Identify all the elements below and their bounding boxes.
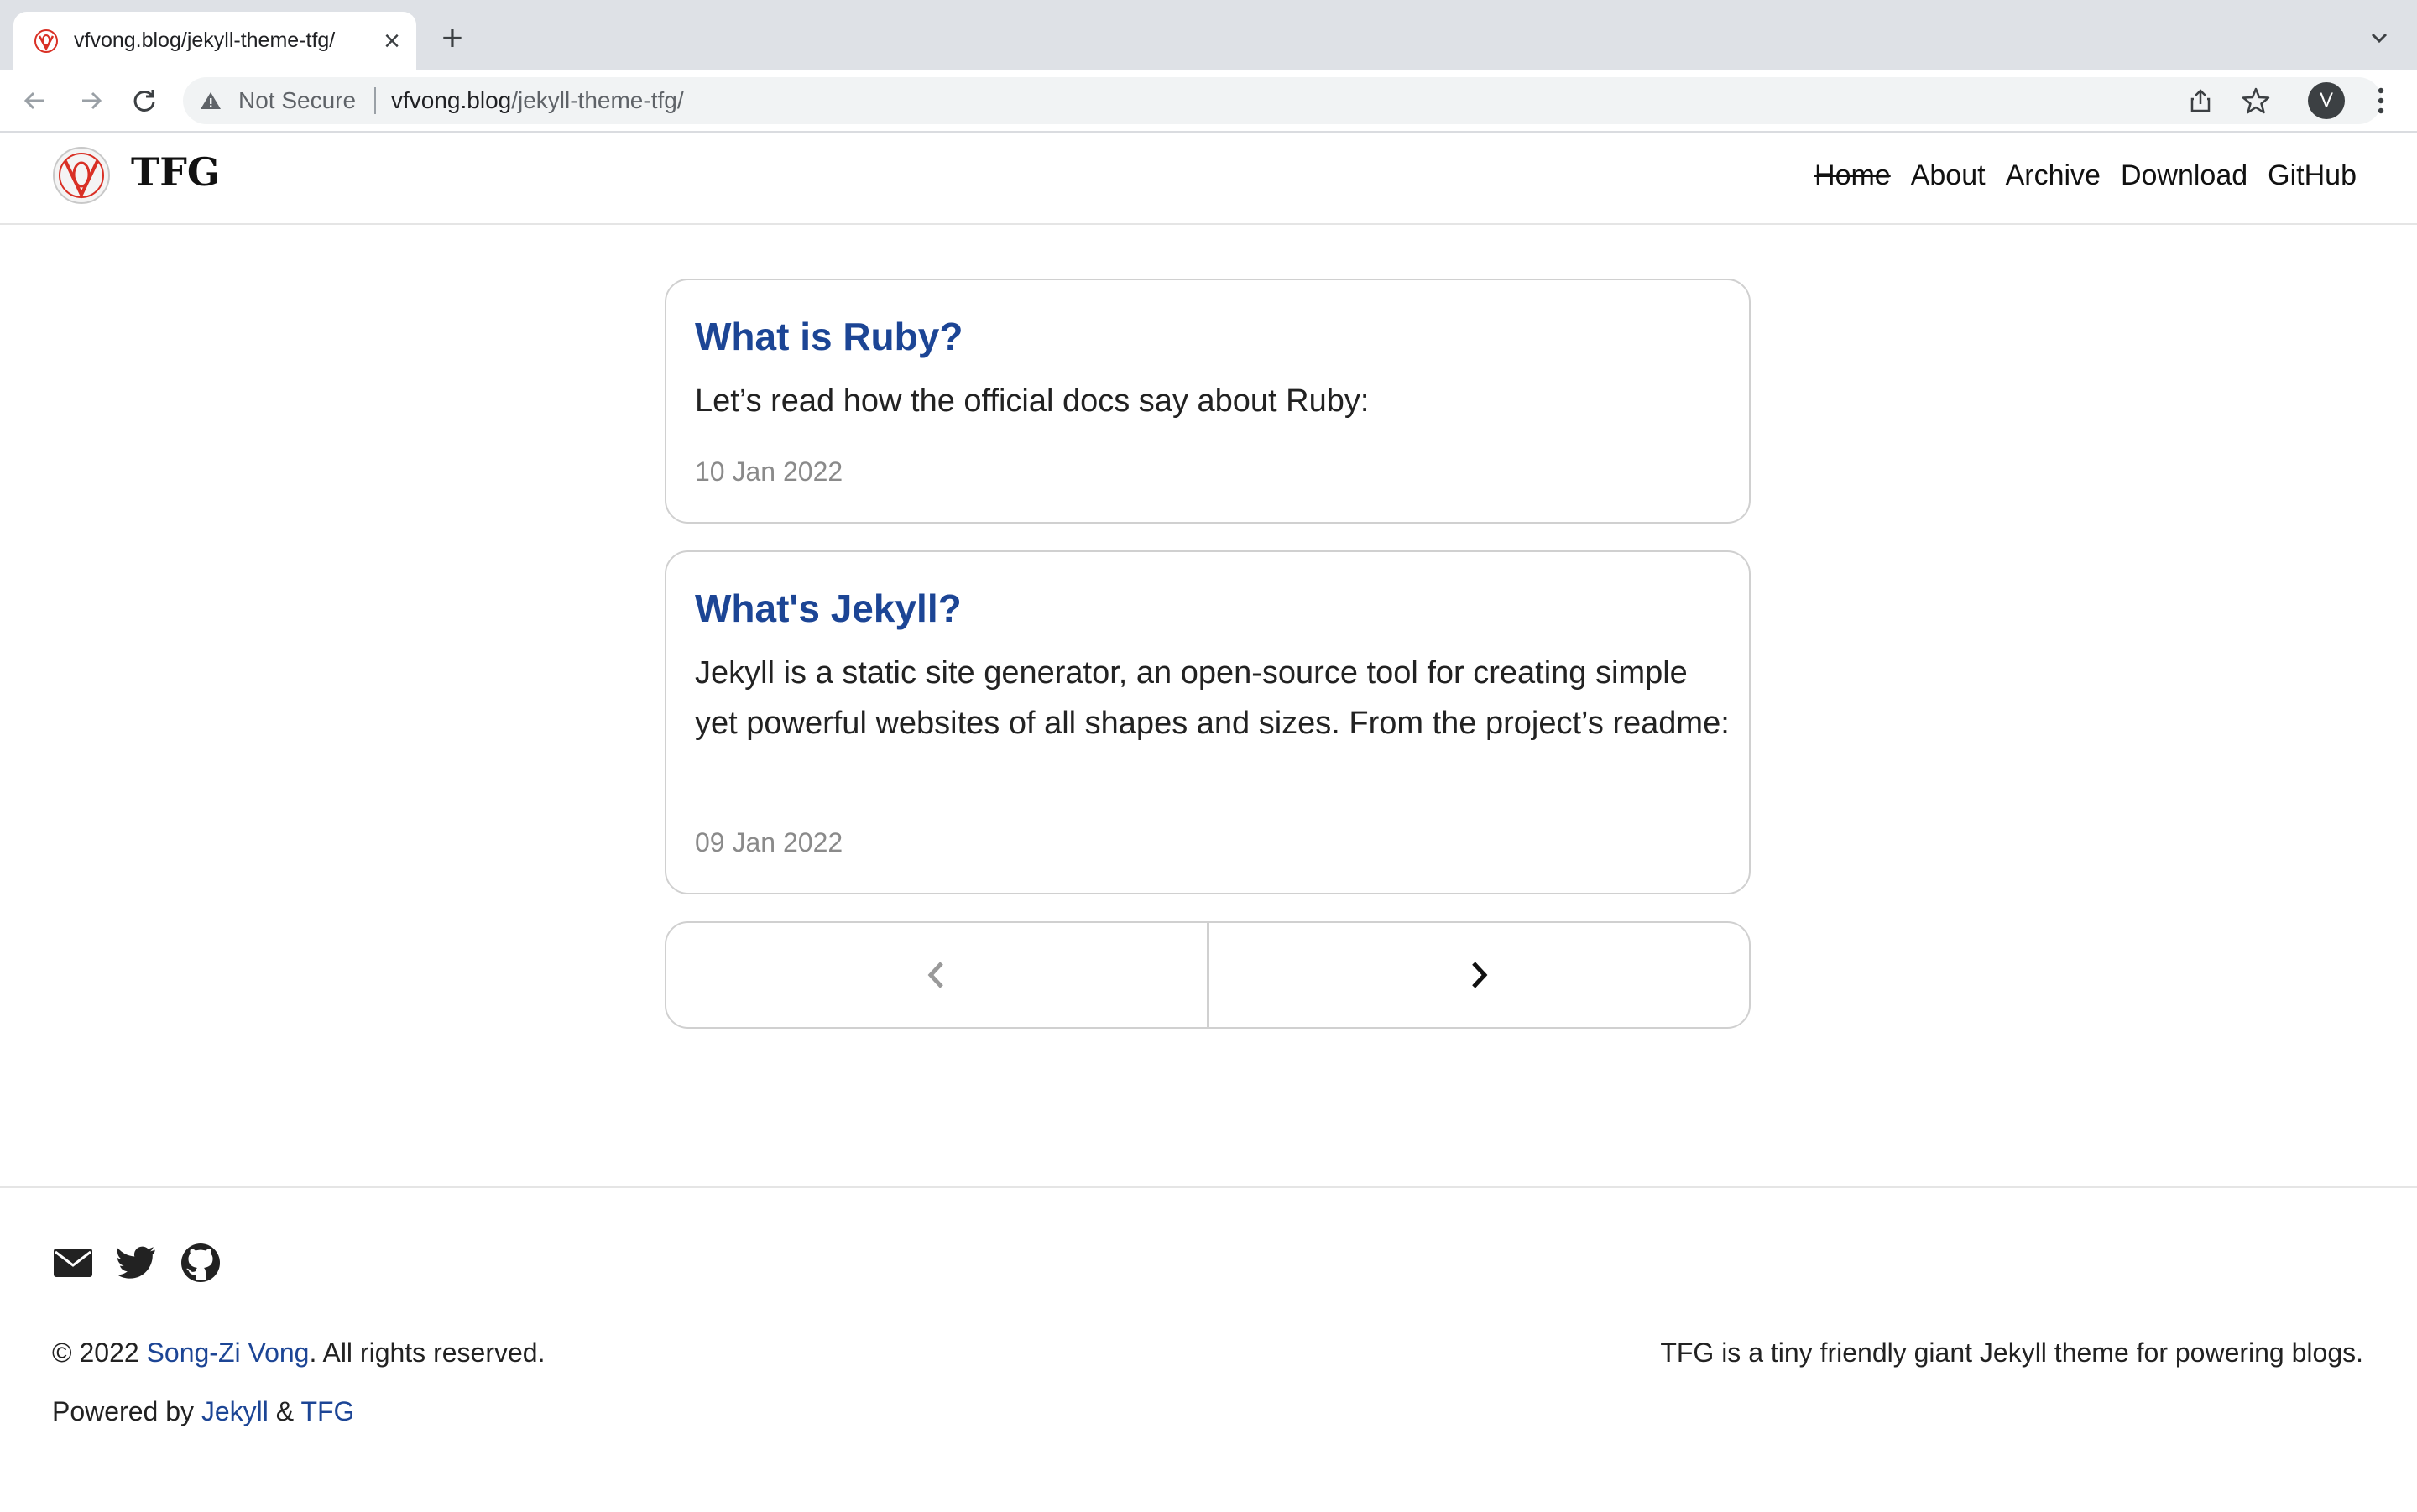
- nav-home[interactable]: Home: [1814, 159, 1891, 192]
- browser-tabstrip: vfvong.blog/jekyll-theme-tfg/ × +: [0, 0, 2417, 70]
- copyright-suffix: . All rights reserved.: [309, 1337, 546, 1368]
- chevron-left-icon: [927, 962, 943, 988]
- nav-download[interactable]: Download: [2121, 159, 2247, 192]
- post-date: 09 Jan 2022: [695, 827, 843, 858]
- back-arrow-icon[interactable]: [18, 84, 52, 117]
- bookmark-star-icon[interactable]: [2241, 86, 2271, 116]
- envelope-icon[interactable]: [52, 1242, 94, 1284]
- pagination: [665, 921, 1751, 1029]
- chevron-right-icon: [1472, 962, 1488, 988]
- tfg-link[interactable]: TFG: [300, 1396, 354, 1426]
- post-card[interactable]: What's Jekyll? Jekyll is a static site g…: [665, 550, 1751, 894]
- site-brand[interactable]: TFG: [131, 149, 220, 195]
- site-nav: Home About Archive Download GitHub: [1814, 159, 2357, 192]
- nav-about[interactable]: About: [1911, 159, 1986, 192]
- browser-toolbar: Not Secure vfvong.blog/jekyll-theme-tfg/…: [0, 70, 2417, 133]
- post-card[interactable]: What is Ruby? Let’s read how the officia…: [665, 279, 1751, 524]
- copyright-line: © 2022 Song-Zi Vong. All rights reserved…: [52, 1337, 545, 1369]
- github-icon[interactable]: [180, 1242, 222, 1284]
- url-host: vfvong.blog: [391, 87, 512, 113]
- reload-icon[interactable]: [128, 84, 161, 117]
- site-favicon-icon: [34, 29, 58, 53]
- address-bar[interactable]: Not Secure vfvong.blog/jekyll-theme-tfg/: [183, 77, 2382, 124]
- tab-close-icon[interactable]: ×: [376, 25, 408, 57]
- browser-menu-icon[interactable]: [2368, 82, 2394, 119]
- new-tab-button[interactable]: +: [435, 20, 470, 57]
- post-title[interactable]: What is Ruby?: [695, 314, 963, 359]
- post-excerpt: Let’s read how the official docs say abo…: [695, 383, 1370, 419]
- site-tagline: TFG is a tiny friendly giant Jekyll them…: [1660, 1337, 2363, 1368]
- nav-archive[interactable]: Archive: [2006, 159, 2101, 192]
- post-title[interactable]: What's Jekyll?: [695, 586, 962, 631]
- post-date: 10 Jan 2022: [695, 456, 843, 487]
- browser-tab[interactable]: vfvong.blog/jekyll-theme-tfg/ ×: [13, 12, 416, 70]
- share-icon[interactable]: [2187, 87, 2214, 114]
- profile-avatar[interactable]: V: [2308, 82, 2345, 119]
- twitter-icon[interactable]: [116, 1242, 158, 1284]
- warning-triangle-icon[interactable]: [200, 91, 222, 111]
- tab-title: vfvong.blog/jekyll-theme-tfg/: [74, 29, 336, 52]
- site-footer: © 2022 Song-Zi Vong. All rights reserved…: [0, 1186, 2417, 1512]
- jekyll-link[interactable]: Jekyll: [201, 1396, 269, 1426]
- nav-github[interactable]: GitHub: [2268, 159, 2357, 192]
- copyright-prefix: © 2022: [52, 1337, 147, 1368]
- url-path: /jekyll-theme-tfg/: [511, 87, 684, 113]
- next-page-button[interactable]: [1206, 923, 1750, 1027]
- powered-by-line: Powered by Jekyll & TFG: [52, 1396, 354, 1427]
- post-excerpt: Jekyll is a static site generator, an op…: [695, 655, 1730, 741]
- security-label[interactable]: Not Secure: [238, 87, 356, 114]
- powered-prefix: Powered by: [52, 1396, 201, 1426]
- url-text[interactable]: vfvong.blog/jekyll-theme-tfg/: [391, 87, 684, 114]
- author-link[interactable]: Song-Zi Vong: [147, 1337, 310, 1368]
- site-logo[interactable]: [52, 146, 111, 205]
- powered-amp: &: [268, 1396, 301, 1426]
- prev-page-button[interactable]: [666, 923, 1207, 1027]
- site-header: TFG Home About Archive Download GitHub: [0, 133, 2417, 225]
- address-separator: [374, 87, 376, 114]
- forward-arrow-icon[interactable]: [74, 84, 107, 117]
- tab-search-chevron-icon[interactable]: [2365, 23, 2394, 52]
